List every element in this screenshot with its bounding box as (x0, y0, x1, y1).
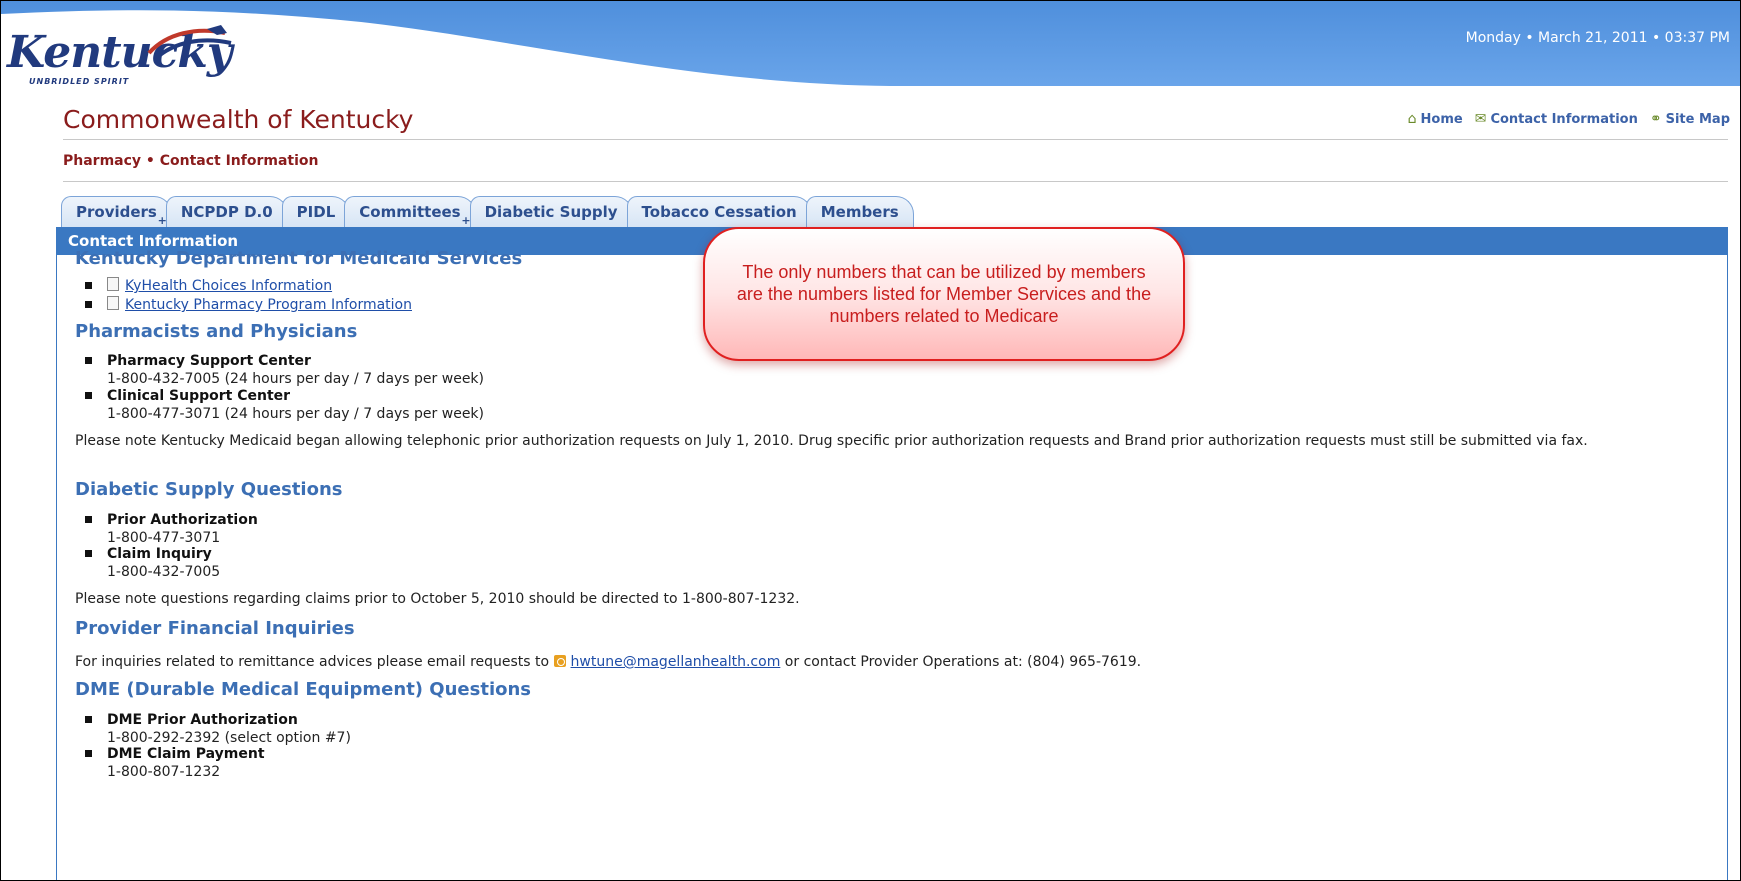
pharmacy-program-link[interactable]: Kentucky Pharmacy Program Information (125, 297, 412, 313)
section-heading-dme: DME (Durable Medical Equipment) Question… (75, 679, 532, 700)
contact-link-label: Contact Information (1490, 111, 1638, 127)
tab-committees[interactable]: Committees + (344, 196, 476, 227)
section-heading-financial: Provider Financial Inquiries (75, 618, 355, 639)
list-item: Prior Authorization 1-800-477-3071 (85, 511, 258, 547)
item-detail: 1-800-807-1232 (107, 764, 221, 780)
tab-diabetic-supply[interactable]: Diabetic Supply (469, 196, 633, 227)
item-title: Pharmacy Support Center (107, 353, 311, 369)
list-item: Kentucky Pharmacy Program Information (85, 296, 412, 314)
site-title: Commonwealth of Kentucky (63, 105, 414, 134)
envelope-icon: ✉ (1474, 111, 1487, 127)
divider (63, 181, 1728, 182)
logo-tagline: UNBRIDLED SPIRIT (29, 77, 130, 86)
email-link[interactable]: hwtune@magellanhealth.com (571, 654, 781, 670)
tab-ncpdp[interactable]: NCPDP D.0 (165, 196, 288, 227)
sitemap-icon: ⚭ (1649, 111, 1662, 127)
bullet (85, 750, 92, 757)
financial-text-after: or contact Provider Operations at: (804)… (784, 654, 1142, 670)
kyhealth-choices-link[interactable]: KyHealth Choices Information (125, 278, 332, 294)
item-title: DME Claim Payment (107, 746, 265, 762)
sitemap-link-label: Site Map (1665, 111, 1730, 127)
tab-label: PIDL (296, 203, 336, 221)
note-text: Please note Kentucky Medicaid began allo… (75, 433, 1588, 449)
bullet (85, 357, 92, 364)
kentucky-logo[interactable]: Kentucky UNBRIDLED SPIRIT (7, 23, 237, 93)
home-link-label: Home (1420, 111, 1463, 127)
current-datetime: Monday • March 21, 2011 • 03:37 PM (1465, 30, 1730, 46)
tab-label: Providers (76, 203, 157, 221)
item-detail: 1-800-477-3071 (24 hours per day / 7 day… (107, 406, 485, 422)
tab-label: NCPDP D.0 (180, 203, 273, 221)
bullet (85, 301, 92, 308)
document-icon (107, 296, 119, 310)
section-heading-diabetic: Diabetic Supply Questions (75, 479, 343, 500)
item-title: DME Prior Authorization (107, 712, 298, 728)
divider (63, 139, 1728, 140)
tab-members[interactable]: Members (805, 196, 914, 227)
tab-label: Tobacco Cessation (641, 203, 797, 221)
nav-tabs: Providers + NCPDP D.0 PIDL Committees + Di… (61, 195, 914, 227)
tab-label: Members (820, 203, 899, 221)
tab-pidl[interactable]: PIDL (281, 196, 351, 227)
bullet (85, 716, 92, 723)
callout-text: The only numbers that can be utilized by… (736, 262, 1152, 326)
bullet (85, 516, 92, 523)
list-item: DME Prior Authorization 1-800-292-2392 (… (85, 711, 351, 747)
tab-label: Committees (359, 203, 461, 221)
list-item: Claim Inquiry 1-800-432-7005 (85, 545, 221, 581)
item-detail: 1-800-432-7005 (107, 564, 221, 580)
financial-text: For inquiries related to remittance advi… (75, 652, 1707, 673)
item-title: Clinical Support Center (107, 388, 291, 404)
header-banner (1, 1, 1740, 101)
horse-swoosh-icon (147, 25, 232, 61)
top-links: ⌂ Home ✉ Contact Information ⚭ Site Map (1408, 111, 1730, 127)
site-map-link[interactable]: ⚭ Site Map (1650, 111, 1730, 127)
item-title: Prior Authorization (107, 512, 258, 528)
browser-page: Kentucky UNBRIDLED SPIRIT Monday • March… (0, 0, 1741, 881)
section-heading-dms: Kentucky Department for Medicaid Service… (75, 248, 523, 269)
home-icon: ⌂ (1407, 111, 1417, 127)
list-item: DME Claim Payment 1-800-807-1232 (85, 745, 265, 781)
item-detail: 1-800-432-7005 (24 hours per day / 7 day… (107, 371, 485, 387)
list-item: Pharmacy Support Center 1-800-432-7005 (… (85, 352, 485, 388)
contact-information-link[interactable]: ✉ Contact Information (1475, 111, 1638, 127)
bullet (85, 550, 92, 557)
note-text: Please note questions regarding claims p… (75, 591, 800, 607)
email-icon (553, 655, 566, 667)
bullet (85, 392, 92, 399)
section-heading-pharmacists: Pharmacists and Physicians (75, 321, 358, 342)
item-title: Claim Inquiry (107, 546, 212, 562)
list-item: Clinical Support Center 1-800-477-3071 (… (85, 387, 485, 423)
bullet (85, 282, 92, 289)
home-link[interactable]: ⌂ Home (1408, 111, 1463, 127)
financial-text-before: For inquiries related to remittance advi… (75, 654, 550, 670)
document-icon (107, 277, 119, 291)
list-item: KyHealth Choices Information (85, 277, 332, 295)
breadcrumb: Pharmacy • Contact Information (63, 153, 319, 169)
tab-tobacco-cessation[interactable]: Tobacco Cessation (626, 196, 812, 227)
tab-providers[interactable]: Providers + (61, 196, 172, 227)
annotation-callout: The only numbers that can be utilized by… (703, 227, 1185, 361)
tab-label: Diabetic Supply (484, 203, 618, 221)
